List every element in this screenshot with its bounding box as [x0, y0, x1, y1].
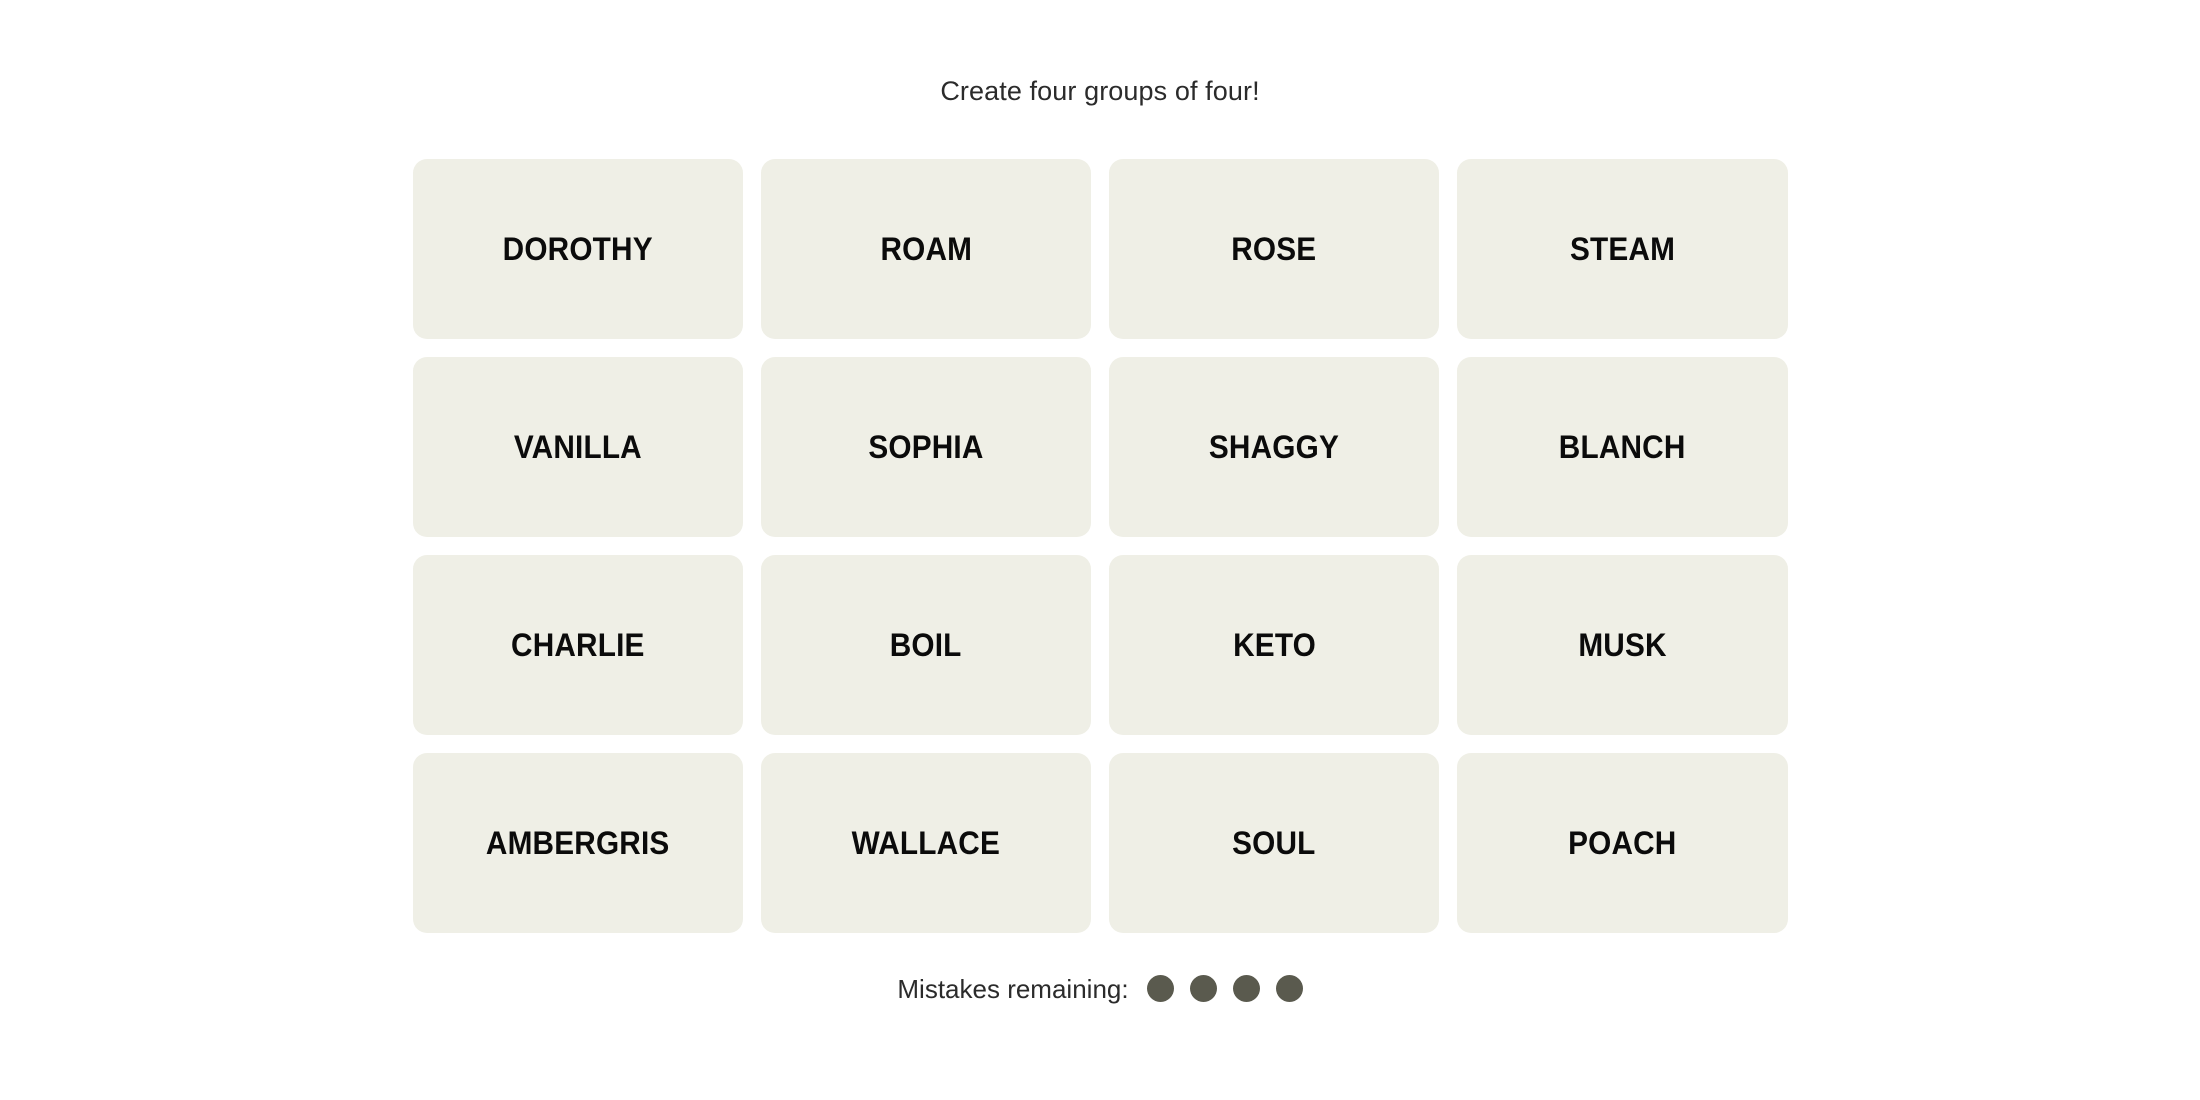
word-tile[interactable]: SHAGGY — [1109, 357, 1440, 537]
word-tile[interactable]: CHARLIE — [412, 555, 743, 735]
word-tile[interactable]: SOPHIA — [760, 357, 1091, 537]
word-tile[interactable]: BLANCH — [1457, 357, 1788, 537]
word-tile-label: BLANCH — [1558, 428, 1686, 465]
word-tile-label: ROAM — [880, 230, 972, 267]
word-tile[interactable]: WALLACE — [760, 753, 1091, 933]
word-tile-label: MUSK — [1578, 626, 1667, 663]
word-tile[interactable]: ROAM — [760, 159, 1091, 339]
word-tile[interactable]: DOROTHY — [412, 159, 743, 339]
mistakes-dot-group — [1146, 975, 1303, 1002]
word-tile-label: STEAM — [1569, 230, 1675, 267]
word-tile[interactable]: SOUL — [1109, 753, 1440, 933]
mistake-dot-icon — [1146, 975, 1174, 1002]
mistake-dot-icon — [1189, 975, 1217, 1002]
word-tile-label: SHAGGY — [1209, 428, 1340, 465]
mistake-dot-icon — [1275, 975, 1303, 1002]
page-title: Create four groups of four! — [940, 76, 1260, 106]
connections-game-page: Create four groups of four! DOROTHY ROAM… — [0, 0, 2200, 1100]
word-tile-label: ROSE — [1231, 230, 1317, 267]
word-tile[interactable]: BOIL — [760, 555, 1091, 735]
word-tile[interactable]: STEAM — [1457, 159, 1788, 339]
word-tile-label: SOUL — [1232, 824, 1316, 861]
word-tile[interactable]: MUSK — [1457, 555, 1788, 735]
word-tile[interactable]: ROSE — [1109, 159, 1440, 339]
mistake-dot-icon — [1232, 975, 1260, 1002]
word-tile[interactable]: VANILLA — [412, 357, 743, 537]
word-tile-label: WALLACE — [851, 824, 1001, 861]
mistakes-remaining: Mistakes remaining: — [897, 973, 1303, 1004]
word-tile[interactable]: AMBERGRIS — [412, 753, 743, 933]
word-tile-label: KETO — [1232, 626, 1316, 663]
word-tile-label: AMBERGRIS — [485, 824, 670, 861]
word-tile-label: SOPHIA — [868, 428, 984, 465]
word-tile-label: CHARLIE — [510, 626, 645, 663]
puzzle-grid: DOROTHY ROAM ROSE STEAM VANILLA SOPHIA S… — [412, 159, 1788, 933]
word-tile-label: VANILLA — [513, 428, 642, 465]
mistakes-remaining-label: Mistakes remaining: — [897, 973, 1129, 1004]
word-tile[interactable]: KETO — [1109, 555, 1440, 735]
word-tile-label: POACH — [1568, 824, 1677, 861]
word-tile[interactable]: POACH — [1457, 753, 1788, 933]
word-tile-label: DOROTHY — [502, 230, 653, 267]
word-tile-label: BOIL — [889, 626, 962, 663]
